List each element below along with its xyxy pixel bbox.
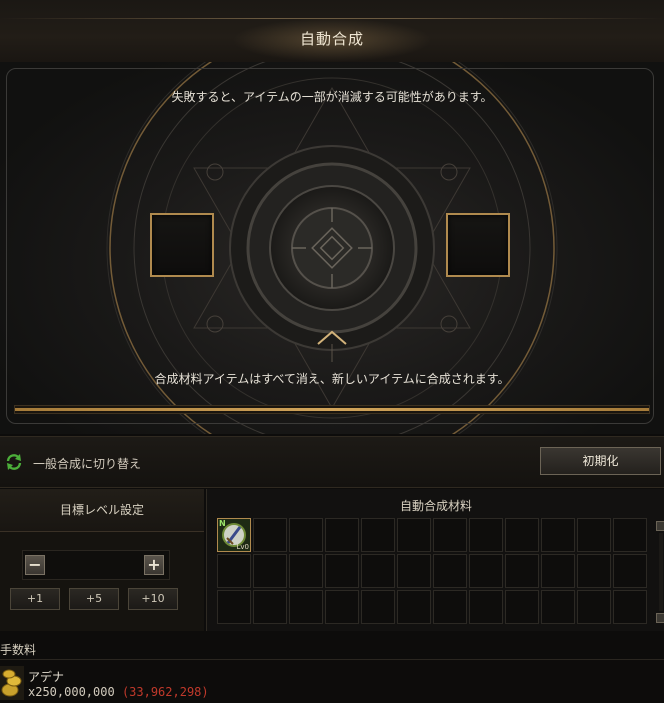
window-header: 自動合成 — [0, 0, 664, 63]
material-slot[interactable] — [541, 518, 575, 552]
result-slot-left[interactable] — [150, 213, 214, 277]
material-slot[interactable] — [325, 518, 359, 552]
progress-fill — [15, 408, 649, 411]
scroll-down-button[interactable] — [656, 613, 664, 623]
material-slot[interactable] — [577, 590, 611, 624]
increase-level-button[interactable]: + — [144, 555, 164, 575]
scroll-up-button[interactable] — [656, 521, 664, 531]
decrease-level-button[interactable]: − — [25, 555, 45, 575]
switch-to-normal-synthesis-link[interactable]: 一般合成に切り替え — [33, 455, 141, 472]
material-slot[interactable] — [469, 554, 503, 588]
material-slot[interactable]: N Lv0 — [217, 518, 251, 552]
material-slot[interactable] — [253, 554, 287, 588]
synthesis-info-text: 合成材料アイテムはすべて消え、新しいアイテムに合成されます。 — [154, 372, 510, 386]
material-slot[interactable] — [505, 554, 539, 588]
item-level-label: Lv0 — [236, 543, 250, 551]
fee-label: 手数料 — [0, 643, 37, 657]
synthesis-stage: 失敗すると、アイテムの一部が消滅する可能性があります。 合成材料アイテムはすべて… — [0, 62, 664, 434]
material-slot[interactable] — [613, 518, 647, 552]
failure-warning-text: 失敗すると、アイテムの一部が消滅する可能性があります。 — [171, 90, 493, 104]
result-slot-right[interactable] — [446, 213, 510, 277]
material-slot[interactable] — [541, 590, 575, 624]
material-slot[interactable] — [577, 518, 611, 552]
add-10-level-button[interactable]: +10 — [128, 588, 178, 610]
material-slot[interactable] — [289, 590, 323, 624]
add-5-level-button[interactable]: +5 — [69, 588, 119, 610]
material-slot[interactable] — [397, 518, 431, 552]
adena-coin-icon — [0, 666, 24, 700]
material-slot[interactable] — [253, 518, 287, 552]
material-slot[interactable] — [469, 518, 503, 552]
header-divider — [0, 18, 664, 19]
material-slot[interactable] — [433, 554, 467, 588]
material-slot[interactable] — [289, 554, 323, 588]
material-slot[interactable] — [613, 554, 647, 588]
material-slot[interactable] — [541, 554, 575, 588]
fee-cost: x250,000,000 — [28, 685, 115, 699]
synthesis-progress-bar — [14, 405, 650, 414]
reset-button[interactable]: 初期化 — [540, 447, 661, 475]
item-grade-badge: N — [219, 519, 226, 528]
currency-name: アデナ — [28, 670, 65, 684]
add-1-level-button[interactable]: +1 — [10, 588, 60, 610]
material-panel: 自動合成材料 N Lv0 — [206, 489, 664, 631]
target-level-panel: 目標レベル設定 − + +1 +5 +10 — [0, 489, 204, 631]
material-slot[interactable] — [361, 590, 395, 624]
material-slot[interactable] — [613, 590, 647, 624]
material-panel-title: 自動合成材料 — [399, 499, 472, 513]
window-title: 自動合成 — [299, 30, 364, 48]
fee-divider — [0, 659, 664, 660]
material-slot[interactable] — [397, 554, 431, 588]
fee-amount: x250,000,000 (33,962,298) — [28, 685, 209, 699]
material-slot[interactable] — [361, 554, 395, 588]
target-level-title: 目標レベル設定 — [0, 489, 204, 532]
material-slot[interactable] — [469, 590, 503, 624]
mode-toggle-row: 一般合成に切り替え 初期化 — [0, 436, 664, 488]
material-slot[interactable] — [253, 590, 287, 624]
material-scrollbar-track[interactable] — [659, 533, 663, 611]
material-slot[interactable] — [397, 590, 431, 624]
material-slot[interactable] — [577, 554, 611, 588]
refresh-icon[interactable] — [4, 452, 24, 472]
material-slot[interactable] — [505, 590, 539, 624]
material-slot[interactable] — [217, 554, 251, 588]
material-slot[interactable] — [433, 518, 467, 552]
material-slot[interactable] — [433, 590, 467, 624]
material-slot[interactable] — [325, 554, 359, 588]
material-slot[interactable] — [289, 518, 323, 552]
material-slot[interactable] — [361, 518, 395, 552]
material-slot[interactable] — [217, 590, 251, 624]
owned-adena: (33,962,298) — [121, 685, 209, 699]
material-slot[interactable] — [505, 518, 539, 552]
material-slot[interactable] — [325, 590, 359, 624]
